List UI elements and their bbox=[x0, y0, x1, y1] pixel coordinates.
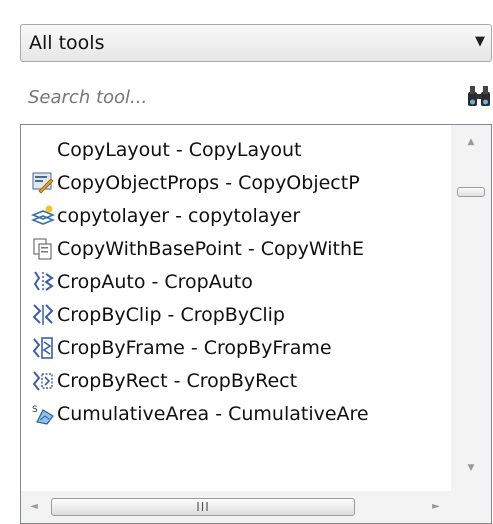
copy-to-layer-icon bbox=[31, 205, 55, 225]
list-item[interactable]: copytolayer - copytolayer bbox=[23, 199, 453, 232]
list-item[interactable]: CropAuto - CropAuto bbox=[23, 265, 453, 298]
list-item-label: CumulativeArea - CumulativeAre bbox=[57, 402, 369, 425]
list-item-label: CopyLayout - CopyLayout bbox=[57, 138, 302, 161]
tool-panel: All tools ▼ Search tool... CopyLayout - … bbox=[0, 0, 493, 524]
scroll-left-button[interactable]: ◄ bbox=[21, 491, 47, 523]
crop-auto-icon bbox=[33, 271, 54, 292]
crop-by-frame-icon bbox=[32, 337, 53, 359]
tool-category-dropdown[interactable]: All tools ▼ bbox=[20, 24, 492, 62]
list-item[interactable]: CopyLayout - CopyLayout bbox=[23, 133, 453, 166]
vertical-scrollbar[interactable]: ▲ ▼ bbox=[451, 125, 491, 491]
list-item-label: copytolayer - copytolayer bbox=[57, 204, 301, 227]
scroll-up-button[interactable]: ▲ bbox=[451, 129, 491, 155]
copy-with-basepoint-icon bbox=[33, 238, 52, 260]
list-item[interactable]: CropByFrame - CropByFrame bbox=[23, 331, 453, 364]
tool-listbox: CopyLayout - CopyLayout CopyObjectProps … bbox=[20, 124, 492, 524]
crop-by-rect-icon bbox=[32, 371, 53, 391]
list-item[interactable]: CropByClip - CropByClip bbox=[23, 298, 453, 331]
search-tool-input[interactable]: Search tool... bbox=[20, 79, 462, 115]
crop-by-clip-icon bbox=[32, 304, 54, 325]
dropdown-selected-value: All tools bbox=[29, 32, 105, 54]
list-item[interactable]: S CumulativeArea - CumulativeAre bbox=[23, 397, 453, 430]
list-item-label: CropByFrame - CropByFrame bbox=[57, 336, 332, 359]
horizontal-scroll-thumb[interactable]: III bbox=[51, 498, 355, 516]
list-item-label: CopyWithBasePoint - CopyWithE bbox=[57, 237, 365, 260]
search-placeholder: Search tool... bbox=[28, 86, 148, 108]
scroll-right-button[interactable]: ► bbox=[423, 491, 449, 523]
svg-text:S: S bbox=[32, 405, 38, 415]
list-item-label: CopyObjectProps - CopyObjectP bbox=[57, 171, 360, 194]
list-item[interactable]: CopyObjectProps - CopyObjectP bbox=[23, 166, 453, 199]
vertical-scroll-thumb[interactable] bbox=[457, 187, 485, 197]
tool-list: CopyLayout - CopyLayout CopyObjectProps … bbox=[23, 129, 453, 485]
scroll-down-button[interactable]: ▼ bbox=[451, 455, 491, 481]
list-item-label: CropAuto - CropAuto bbox=[57, 270, 253, 293]
copy-object-props-icon bbox=[32, 172, 54, 194]
horizontal-scrollbar[interactable]: ◄ III ► bbox=[21, 491, 491, 523]
list-item-label: CropByClip - CropByClip bbox=[57, 303, 285, 326]
cumulative-area-icon: S bbox=[32, 405, 54, 425]
list-item-label: CropByRect - CropByRect bbox=[57, 369, 298, 392]
list-item[interactable]: CopyWithBasePoint - CopyWithE bbox=[23, 232, 453, 265]
binoculars-icon[interactable] bbox=[466, 82, 492, 110]
list-item[interactable]: CropByRect - CropByRect bbox=[23, 364, 453, 397]
chevron-down-icon[interactable]: ▼ bbox=[475, 34, 485, 49]
